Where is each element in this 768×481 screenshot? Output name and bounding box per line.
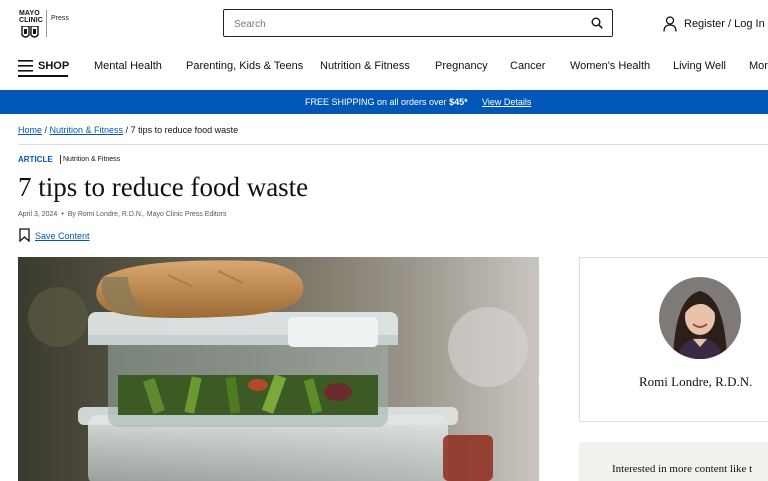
- nav-item-living-well[interactable]: Living Well: [673, 60, 726, 72]
- page-title: 7 tips to reduce food waste: [18, 172, 309, 202]
- article-date: April 3, 2024: [18, 211, 58, 218]
- article-byline: By Romi Londre, R.D.N., Mayo Clinic Pres…: [67, 211, 227, 218]
- nav-item-cancer[interactable]: Cancer: [510, 60, 545, 72]
- newsletter-promo-text: Interested in more content like t: [612, 463, 753, 475]
- logo-press-label: Press: [51, 15, 69, 22]
- search-input[interactable]: [232, 14, 576, 34]
- food-container-illustration: [18, 257, 539, 481]
- newsletter-promo: [579, 442, 768, 481]
- view-details-link[interactable]: View Details: [482, 97, 531, 107]
- breadcrumb-separator: /: [123, 125, 131, 135]
- breadcrumb-current: 7 tips to reduce food waste: [130, 125, 239, 135]
- tag-divider: [60, 155, 61, 164]
- nav-item-parenting[interactable]: Parenting, Kids & Teens: [186, 60, 303, 72]
- shipping-prefix: FREE SHIPPING on all orders over: [305, 97, 450, 107]
- breadcrumb-separator: /: [42, 125, 50, 135]
- author-name[interactable]: Romi Londre, R.D.N.: [639, 374, 752, 390]
- register-login-link[interactable]: Register / Log In: [684, 18, 765, 30]
- nav-item-mental-health[interactable]: Mental Health: [94, 60, 162, 72]
- logo-line-2: CLINIC: [19, 17, 43, 24]
- save-content-link[interactable]: Save Content: [35, 231, 90, 241]
- shipping-message: FREE SHIPPING on all orders over $45*: [305, 97, 468, 107]
- breadcrumb-home[interactable]: Home: [18, 125, 42, 135]
- meta-dot: •: [61, 211, 64, 218]
- search-icon[interactable]: [591, 17, 603, 29]
- hero-image: [18, 257, 539, 481]
- shipping-amount: $45*: [449, 97, 468, 107]
- author-portrait: [659, 277, 741, 359]
- shield-logo-icon: [21, 26, 39, 38]
- shop-menu-button[interactable]: SHOP: [38, 60, 69, 72]
- breadcrumb-category[interactable]: Nutrition & Fitness: [50, 125, 124, 135]
- nav-item-pregnancy[interactable]: Pregnancy: [435, 60, 488, 72]
- article-meta: April 3, 2024 • By Romi Londre, R.D.N., Ma…: [18, 211, 226, 218]
- divider: [18, 144, 768, 145]
- nav-item-womens-health[interactable]: Women's Health: [570, 60, 650, 72]
- logo-divider: [46, 10, 47, 37]
- logo-wordmark: MAYO CLINIC: [19, 10, 43, 24]
- user-icon[interactable]: [663, 16, 677, 32]
- breadcrumb: Home / Nutrition & Fitness / 7 tips to r…: [18, 125, 238, 135]
- logo-line-1: MAYO: [19, 10, 40, 17]
- article-type-label[interactable]: ARTICLE: [18, 155, 53, 164]
- nav-item-nutrition-fitness[interactable]: Nutrition & Fitness: [320, 60, 410, 72]
- nav-item-more[interactable]: Mor: [749, 60, 768, 72]
- shop-active-underline: [18, 75, 68, 77]
- search-bar: [223, 9, 613, 37]
- hamburger-icon[interactable]: [18, 60, 33, 72]
- article-category: Nutrition & Fitness: [63, 156, 121, 163]
- avatar[interactable]: [659, 277, 741, 359]
- bookmark-icon[interactable]: [19, 228, 30, 242]
